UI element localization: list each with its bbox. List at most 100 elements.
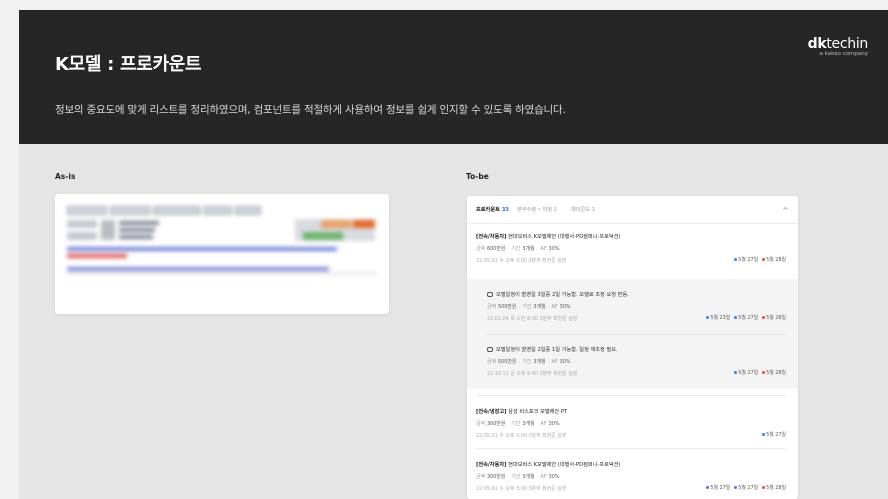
asis-line bbox=[119, 235, 153, 239]
blue-dot-icon bbox=[706, 316, 710, 319]
item-schedule-dates: 5월 27일 5월 27일 5월 28일 bbox=[702, 484, 786, 491]
period-label: 기간 bbox=[522, 359, 532, 365]
sub-list-item[interactable]: 모델일정이 촬영일 2일중 1일 가능함. 일정 재조정 필요. 금액 500만원… bbox=[487, 346, 786, 377]
amount-label: 금액 bbox=[487, 304, 496, 310]
period-label: 기간 bbox=[522, 304, 532, 310]
tobe-card: 프로카운트 33 본부수령 • 미정 2 예이콘도 1 [전속/자동차] 현대모… bbox=[467, 196, 798, 499]
list-item[interactable]: [전속/냉장고] 삼성 비스포크 모델제안 PT 금액 300만원 기간 3개월 AF 3… bbox=[476, 408, 786, 439]
asis-screenshot bbox=[55, 194, 389, 314]
af-label: AF bbox=[540, 474, 547, 480]
tobe-label: To-be bbox=[466, 172, 489, 181]
sub-item-meta: 금액 500만원 기간 3개월 AF 30% bbox=[487, 303, 786, 310]
list-item[interactable]: [전속/자동차] 현대모비스 K모델제안 (대행사-PD컴퍼니-프로덕션) 금액… bbox=[476, 233, 786, 264]
af-value: 30% bbox=[559, 304, 571, 310]
list-item[interactable]: [전속/자동차] 현대모비스 K모델제안 (대행사-PD컴퍼니-프로덕션) 금액… bbox=[476, 461, 786, 492]
tab-bar: 프로카운트 33 본부수령 • 미정 2 예이콘도 1 bbox=[467, 196, 798, 224]
asis-tab bbox=[204, 206, 232, 215]
asis-red-line bbox=[67, 254, 127, 258]
logo-mark: dktechin bbox=[807, 36, 869, 52]
item-title: 현대모비스 K모델제안 (대행사-PD컴퍼니-프로덕션) bbox=[508, 234, 621, 240]
period-value: 3개월 bbox=[533, 304, 546, 310]
schedule-date: 5월 28일 bbox=[766, 485, 786, 491]
amount-label: 금액 bbox=[476, 474, 485, 480]
blue-dot-icon bbox=[734, 486, 738, 489]
blue-dot-icon bbox=[734, 316, 738, 319]
item-meta: 금액 300만원 기간 3개월 AF 30% bbox=[476, 420, 786, 427]
amount-value: 600만원 bbox=[487, 246, 506, 252]
asis-line bbox=[119, 228, 155, 232]
logo-bold: dk bbox=[807, 36, 827, 52]
schedule-date: 5월 23일 bbox=[710, 315, 731, 321]
blue-dot-icon bbox=[734, 371, 738, 374]
amount-label: 금액 bbox=[476, 421, 485, 427]
asis-tab bbox=[153, 206, 201, 215]
period-value: 3개월 bbox=[522, 421, 535, 427]
sub-item-title-row: 모델일정이 촬영일 3일중 2일 가능함. 모델료 조정 요청 받음. bbox=[487, 291, 786, 298]
asis-cell bbox=[67, 232, 97, 240]
af-value: 30% bbox=[548, 246, 560, 252]
item-title: 삼성 비스포크 모델제안 PT bbox=[508, 409, 568, 415]
chevron-up-icon[interactable] bbox=[782, 205, 789, 212]
item-schedule-dates: 5월 27일 5월 28일 bbox=[730, 256, 786, 263]
sub-item-group: 모델일정이 촬영일 3일중 2일 가능함. 모델료 조정 요청 받음. 금액 50… bbox=[467, 279, 798, 389]
schedule-date: 5월 27일 bbox=[738, 485, 759, 491]
item-title-row: [전속/자동차] 현대모비스 K모델제안 (대행사-PD컴퍼니-프로덕션) bbox=[476, 233, 786, 240]
page-description: 정보의 중요도에 맞게 리스트를 정리하였으며, 컴포넌트를 적절하게 사용하여… bbox=[55, 104, 566, 116]
tab-count: 33 bbox=[501, 207, 509, 213]
tab-label: 프로카운트 bbox=[476, 207, 500, 213]
tab-hq[interactable]: 본부수령 • 미정 2 bbox=[517, 206, 557, 213]
header: K모델 : 프로카운트 정보의 중요도에 맞게 리스트를 정리하였으며, 컴포넌… bbox=[19, 10, 888, 144]
schedule-date: 5월 27일 bbox=[766, 432, 786, 438]
af-value: 30% bbox=[548, 421, 560, 427]
schedule-date: 5월 27일 bbox=[738, 370, 759, 376]
amount-label: 금액 bbox=[476, 246, 485, 252]
asis-cell bbox=[101, 220, 115, 240]
tab-agency[interactable]: 예이콘도 1 bbox=[571, 206, 595, 213]
asis-orange-badge bbox=[353, 220, 375, 228]
asis-orange-badge bbox=[321, 220, 351, 228]
comment-icon bbox=[487, 292, 493, 297]
period-value: 3개월 bbox=[533, 359, 546, 365]
item-date: 22.05.01 수 오후 3:00 3분부 최현준 실장 bbox=[476, 433, 567, 439]
item-category: [전속/냉장고] bbox=[476, 409, 507, 415]
af-label: AF bbox=[551, 304, 558, 310]
sub-list-item[interactable]: 모델일정이 촬영일 3일중 2일 가능함. 모델료 조정 요청 받음. 금액 50… bbox=[487, 291, 786, 322]
item-meta: 금액 600만원 기간 3개월 AF 30% bbox=[476, 245, 786, 252]
period-value: 3개월 bbox=[522, 246, 535, 252]
sub-item-meta: 금액 500만원 기간 3개월 AF 30% bbox=[487, 358, 786, 365]
tab-procount[interactable]: 프로카운트 33 bbox=[476, 206, 509, 213]
amount-label: 금액 bbox=[487, 359, 496, 365]
slide-frame: K모델 : 프로카운트 정보의 중요도에 맞게 리스트를 정리하였으며, 컴포넌… bbox=[19, 10, 888, 499]
divider bbox=[476, 395, 786, 396]
red-dot-icon bbox=[762, 316, 766, 319]
amount-value: 300만원 bbox=[487, 421, 506, 427]
period-value: 3개월 bbox=[522, 474, 535, 480]
af-label: AF bbox=[551, 359, 558, 365]
amount-value: 500만원 bbox=[498, 359, 517, 365]
af-value: 30% bbox=[559, 359, 571, 365]
period-label: 기간 bbox=[511, 246, 521, 252]
schedule-date: 5월 28일 bbox=[766, 257, 786, 263]
sub-item-title: 모델일정이 촬영일 2일중 1일 가능함. 일정 재조정 필요. bbox=[496, 347, 618, 353]
schedule-date: 5월 27일 bbox=[710, 485, 731, 491]
asis-blue-line bbox=[67, 247, 337, 251]
item-title: 현대모비스 K모델제안 (대행사-PD컴퍼니-프로덕션) bbox=[508, 462, 621, 468]
asis-tab bbox=[235, 206, 261, 215]
divider bbox=[476, 448, 786, 449]
period-label: 기간 bbox=[511, 474, 521, 480]
period-label: 기간 bbox=[511, 421, 521, 427]
asis-tab bbox=[110, 206, 150, 215]
af-label: AF bbox=[540, 246, 547, 252]
item-category: [전속/자동차] bbox=[476, 234, 507, 240]
red-dot-icon bbox=[762, 371, 766, 374]
sub-item-schedule-dates: 5월 23일 5월 27일 5월 28일 bbox=[702, 314, 786, 321]
dktechin-logo: dktechin a kakao company bbox=[807, 36, 869, 57]
asis-label: As-is bbox=[55, 172, 76, 181]
sub-item-title: 모델일정이 촬영일 3일중 2일 가능함. 모델료 조정 요청 받음. bbox=[496, 292, 629, 298]
blue-dot-icon bbox=[734, 258, 738, 261]
asis-blurred-image bbox=[55, 194, 389, 314]
schedule-date: 5월 27일 bbox=[738, 257, 759, 263]
asis-green-badge bbox=[303, 232, 343, 240]
item-category: [전속/자동차] bbox=[476, 462, 507, 468]
asis-divider bbox=[67, 273, 377, 274]
